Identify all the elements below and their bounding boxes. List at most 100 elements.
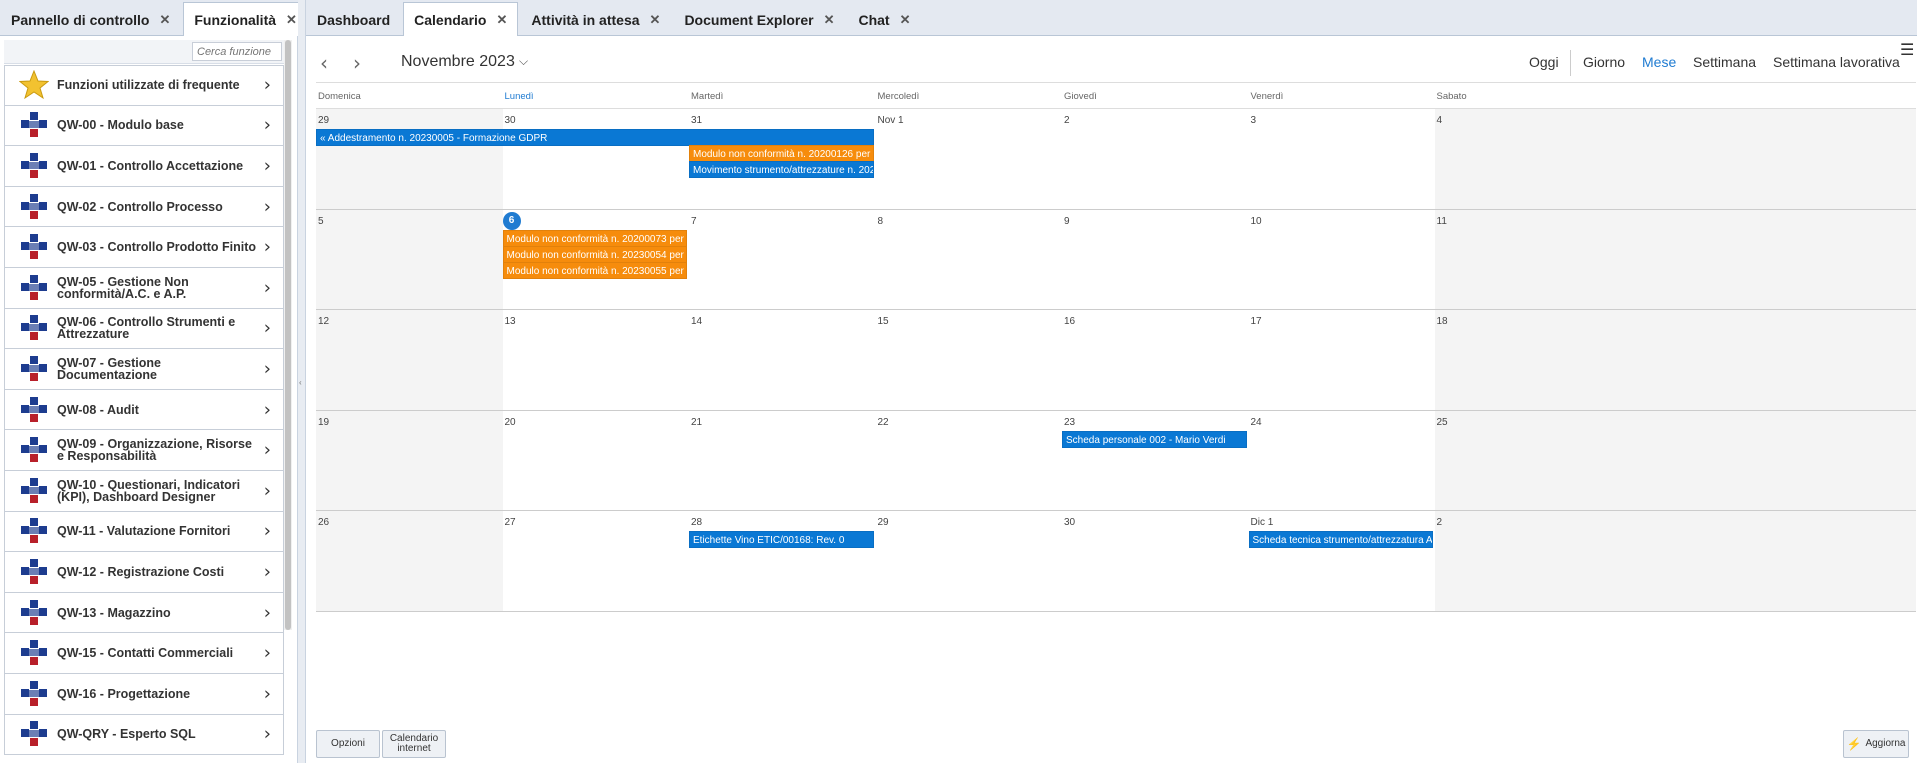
close-icon[interactable]: ✕ (286, 12, 297, 28)
calendar-event[interactable]: Etichette Vino ETIC/00168: Rev. 0 (689, 531, 874, 549)
date-number[interactable]: 28 (691, 517, 702, 528)
calendar-event[interactable]: « Addestramento n. 20230005 - Formazione… (316, 129, 874, 146)
date-number[interactable]: 22 (878, 417, 889, 428)
date-number[interactable]: 5 (318, 216, 324, 227)
date-number[interactable]: 17 (1251, 316, 1262, 327)
close-icon[interactable]: ✕ (159, 12, 170, 28)
view-giorno-button[interactable]: Giorno (1583, 54, 1625, 70)
tab-chat[interactable]: Chat ✕ (847, 3, 922, 35)
menu-item[interactable]: QW-06 - Controllo Strumenti e Attrezzatu… (4, 308, 284, 350)
menu-item[interactable]: QW-02 - Controllo Processo › (4, 186, 284, 228)
search-input[interactable] (192, 42, 282, 61)
date-number[interactable]: 14 (691, 316, 702, 327)
tab-dashboard[interactable]: Dashboard (306, 3, 402, 35)
date-number[interactable]: 26 (318, 517, 329, 528)
menu-item[interactable]: QW-09 - Organizzazione, Risorse e Respon… (4, 430, 284, 471)
date-number[interactable]: 30 (505, 115, 516, 126)
weekend-cell[interactable] (316, 410, 503, 511)
prev-month-icon[interactable]: ‹ (320, 51, 328, 75)
view-settimana-button[interactable]: Settimana (1693, 54, 1756, 70)
date-number[interactable]: 13 (505, 316, 516, 327)
weekend-cell[interactable] (1434, 209, 1916, 310)
date-number[interactable]: 18 (1437, 316, 1448, 327)
collapse-icon[interactable]: ‹ (299, 378, 302, 387)
date-number[interactable]: 20 (505, 417, 516, 428)
menu-item[interactable]: QW-11 - Valutazione Fornitori › (4, 511, 284, 553)
weekend-cell[interactable] (316, 209, 503, 310)
calendar-event[interactable]: Modulo non conformità n. 20230055 per F1… (502, 262, 687, 279)
menu-item[interactable]: QW-10 - Questionari, Indicatori (KPI), D… (4, 470, 284, 512)
next-month-icon[interactable]: › (353, 51, 361, 75)
hamburger-menu-icon[interactable]: ☰ (1900, 40, 1914, 59)
date-number[interactable]: 4 (1437, 115, 1443, 126)
calendar-event[interactable]: Modulo non conformità n. 20200126 per F1… (689, 145, 874, 163)
menu-item[interactable]: QW-QRY - Esperto SQL › (4, 714, 284, 756)
month-title[interactable]: Novembre 2023 (401, 53, 515, 71)
close-icon[interactable]: ✕ (900, 12, 911, 28)
date-number[interactable]: 11 (1437, 216, 1447, 227)
tab-attivit-in-attesa[interactable]: Attività in attesa ✕ (520, 3, 672, 35)
menu-item[interactable]: QW-01 - Controllo Accettazione › (4, 146, 284, 187)
date-number[interactable]: 8 (878, 216, 884, 227)
options-button[interactable]: Opzioni (316, 730, 380, 758)
view-settimana-lavorativa-button[interactable]: Settimana lavorativa (1773, 54, 1900, 70)
date-number[interactable]: 27 (505, 517, 516, 528)
weekend-cell[interactable] (1434, 109, 1916, 209)
weekend-cell[interactable] (1434, 310, 1916, 410)
date-number[interactable]: 24 (1251, 417, 1262, 428)
panel-splitter[interactable]: ‹ (298, 0, 306, 763)
chevron-down-icon[interactable]: ⌵ (519, 54, 528, 69)
close-icon[interactable]: ✕ (496, 12, 507, 28)
date-number[interactable]: 25 (1437, 417, 1448, 428)
close-icon[interactable]: ✕ (650, 12, 661, 28)
weekend-cell[interactable] (1434, 511, 1916, 611)
calendar-event[interactable]: Scheda personale 002 - Mario Verdi (1062, 430, 1247, 448)
date-number[interactable]: 2 (1064, 115, 1070, 126)
date-number[interactable]: 29 (318, 115, 329, 126)
internet-calendar-button[interactable]: Calendario internet (382, 730, 446, 758)
menu-item[interactable]: QW-16 - Progettazione › (4, 673, 284, 715)
tab-funzionalita[interactable]: Funzionalità ✕ (183, 2, 308, 36)
menu-item[interactable]: QW-15 - Contatti Commerciali › (4, 633, 284, 674)
menu-item[interactable]: QW-12 - Registrazione Costi › (4, 552, 284, 593)
refresh-button[interactable]: ⚡ Aggiorna (1843, 730, 1909, 758)
tab-calendario[interactable]: Calendario ✕ (403, 2, 519, 36)
date-number[interactable]: 16 (1064, 316, 1075, 327)
menu-item[interactable]: Funzioni utilizzate di frequente › (4, 65, 284, 106)
date-number[interactable]: 7 (691, 216, 697, 227)
weekend-cell[interactable] (316, 310, 503, 410)
weekend-cell[interactable] (316, 109, 503, 209)
weekend-cell[interactable] (316, 511, 503, 611)
date-number[interactable]: 23 (1064, 417, 1075, 428)
date-number[interactable]: 10 (1251, 216, 1262, 227)
calendar-event[interactable]: Modulo non conformità n. 20230054 per F1… (502, 245, 687, 263)
calendar-event[interactable]: Movimento strumento/attrezzature n. 2023… (689, 161, 874, 179)
scrollbar[interactable] (284, 40, 292, 630)
date-number[interactable]: 29 (878, 517, 889, 528)
menu-item[interactable]: QW-05 - Gestione Non conformità/A.C. e A… (4, 267, 284, 309)
close-icon[interactable]: ✕ (824, 12, 835, 28)
date-number[interactable]: 3 (1251, 115, 1257, 126)
date-number[interactable]: 15 (878, 316, 889, 327)
calendar-event[interactable]: Scheda tecnica strumento/attrezzatura AU… (1248, 531, 1433, 549)
date-number[interactable]: 31 (691, 115, 702, 126)
menu-item[interactable]: QW-00 - Modulo base › (4, 105, 284, 147)
date-number[interactable]: 30 (1064, 517, 1075, 528)
date-number[interactable]: Dic 1 (1251, 517, 1274, 528)
date-number[interactable]: 6 (502, 211, 521, 230)
view-mese-button[interactable]: Mese (1642, 54, 1676, 70)
menu-item[interactable]: QW-13 - Magazzino › (4, 592, 284, 634)
weekend-cell[interactable] (1434, 410, 1916, 511)
scrollbar-thumb[interactable] (285, 40, 291, 630)
date-number[interactable]: 21 (691, 417, 702, 428)
menu-item[interactable]: QW-03 - Controllo Prodotto Finito › (4, 227, 284, 268)
tab-document-explorer[interactable]: Document Explorer ✕ (673, 3, 846, 35)
menu-item[interactable]: QW-07 - Gestione Documentazione › (4, 349, 284, 390)
date-number[interactable]: Nov 1 (878, 115, 904, 126)
view-oggi-button[interactable]: Oggi (1529, 54, 1559, 70)
menu-item[interactable]: QW-08 - Audit › (4, 389, 284, 431)
date-number[interactable]: 9 (1064, 216, 1070, 227)
date-number[interactable]: 2 (1437, 517, 1443, 528)
date-number[interactable]: 12 (318, 316, 329, 327)
date-number[interactable]: 19 (318, 417, 329, 428)
